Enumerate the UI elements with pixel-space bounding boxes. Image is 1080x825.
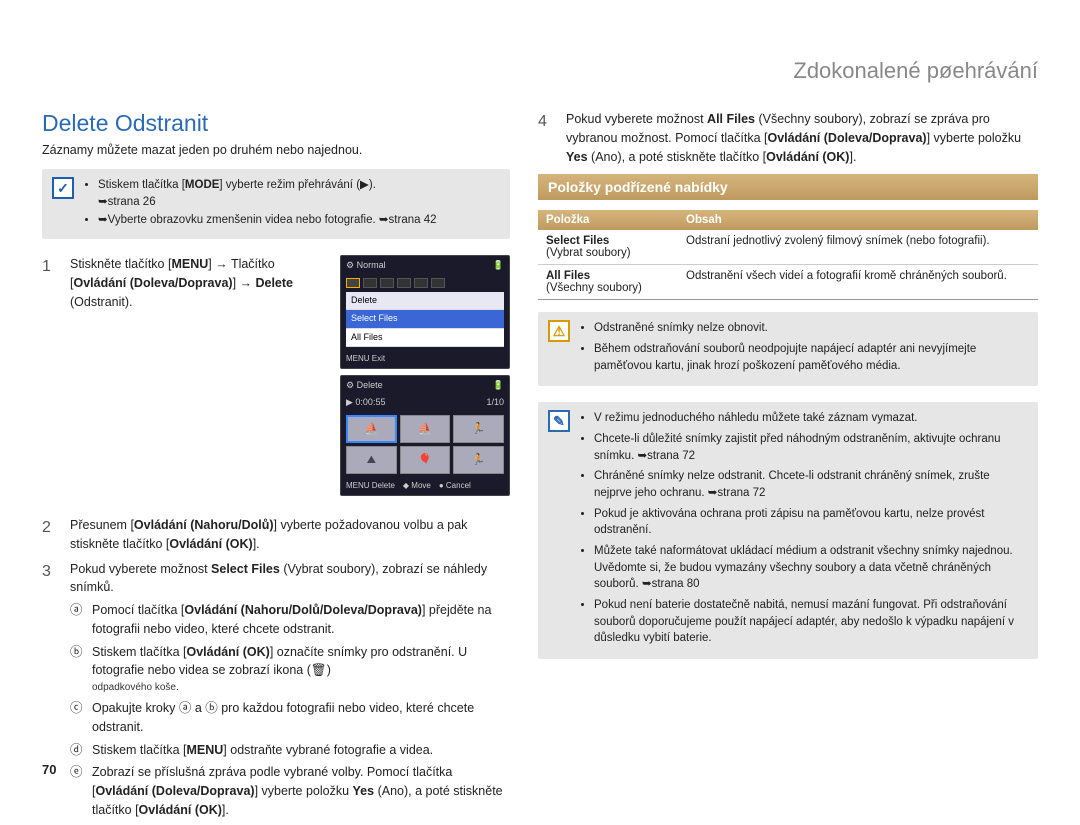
substep-c: ⓒ <box>70 699 86 737</box>
breadcrumb: Zdokonalené pøehrávání <box>793 58 1038 84</box>
table-row: All Files(Všechny soubory) Odstranění vš… <box>538 265 1038 300</box>
substep-b: ⓑ <box>70 643 86 696</box>
lcd-screenshot-thumbs: ⚙ Delete🔋 ▶ 0:00:551/10 ⛵⛵🏃 ⛰🎈🏃 MENU Del… <box>340 375 510 496</box>
info-box: ✎ V režimu jednoduchého náhledu můžete t… <box>538 402 1038 659</box>
step-3: 3 Pokud vyberete možnost Select Files (V… <box>42 560 510 820</box>
table-header: Položka <box>538 210 678 230</box>
tip-text: Stiskem tlačítka [MODE] vyberte režim př… <box>84 177 437 231</box>
step-2: 2 Přesunem [Ovládání (Nahoru/Dolů)] vybe… <box>42 516 510 554</box>
table-row: Select Files(Vybrat soubory) Odstraní je… <box>538 230 1038 265</box>
step-number: 2 <box>42 516 60 554</box>
step-1: 1 ⚙ Normal🔋 Delete Select Files All File… <box>42 255 510 510</box>
right-column: 4 Pokud vyberete možnost All Files (Všec… <box>538 110 1038 790</box>
warning-icon: ⚠ <box>548 320 570 342</box>
step-number: 1 <box>42 255 60 510</box>
step-number: 4 <box>538 110 556 166</box>
content-columns: Delete Odstranit Záznamy můžete mazat je… <box>42 110 1038 790</box>
step-number: 3 <box>42 560 60 820</box>
submenu-heading: Položky podřízené nabídky <box>538 174 1038 200</box>
table-header: Obsah <box>678 210 1038 230</box>
step-4: 4 Pokud vyberete možnost All Files (Všec… <box>538 110 1038 166</box>
lcd-screenshot-menu: ⚙ Normal🔋 Delete Select Files All Files … <box>340 255 510 369</box>
info-icon: ✎ <box>548 410 570 432</box>
section-title: Delete Odstranit <box>42 110 510 137</box>
left-column: Delete Odstranit Záznamy můžete mazat je… <box>42 110 510 790</box>
warning-box: ⚠ Odstraněné snímky nelze obnovit. Během… <box>538 312 1038 386</box>
intro-text: Záznamy můžete mazat jeden po druhém neb… <box>42 143 510 157</box>
submenu-table: Položka Obsah Select Files(Vybrat soubor… <box>538 210 1038 300</box>
manual-page: Zdokonalené pøehrávání Delete Odstranit … <box>0 0 1080 825</box>
tip-box: ✓ Stiskem tlačítka [MODE] vyberte režim … <box>42 169 510 239</box>
substep-d: ⓓ <box>70 741 86 760</box>
check-icon: ✓ <box>52 177 74 199</box>
substep-a: ⓐ <box>70 601 86 639</box>
page-number: 70 <box>42 762 56 777</box>
substep-e: ⓔ <box>70 763 86 819</box>
